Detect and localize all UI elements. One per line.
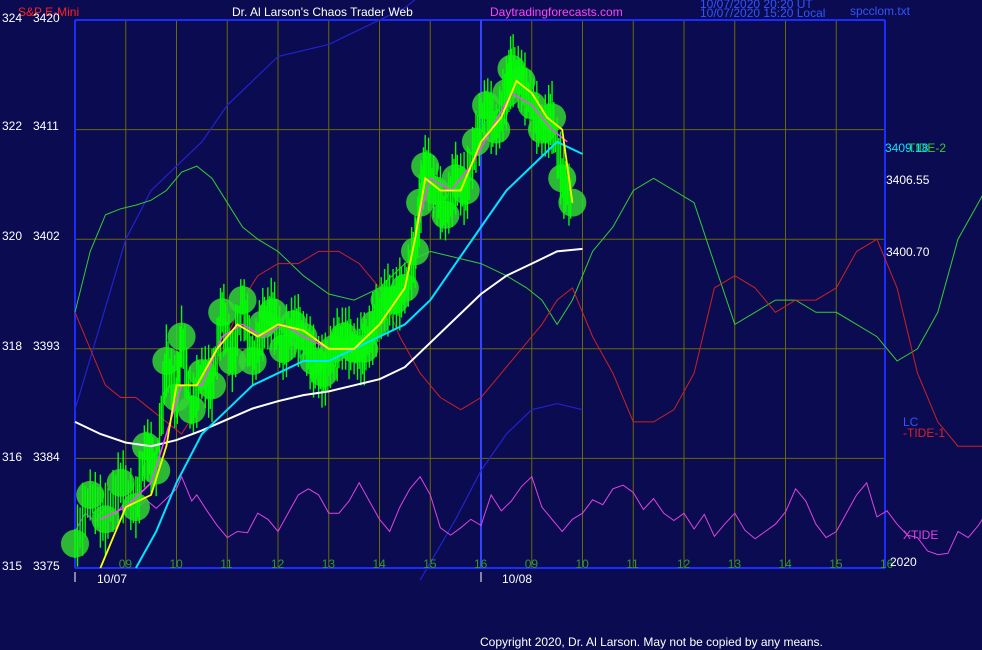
- chaos-chart: S&P E-Mini Dr. Al Larson's Chaos Trader …: [0, 0, 982, 650]
- x-tick-label: 10: [170, 557, 184, 571]
- year-label: 2020: [890, 555, 917, 569]
- y-left-tick: 316: [2, 450, 22, 464]
- x-tick-label: 13: [728, 557, 742, 571]
- x-tick-label: 11: [220, 557, 233, 571]
- copyright-text: Copyright 2020, Dr. Al Larson. May not b…: [480, 635, 823, 649]
- tide1-label: -TIDE-1: [903, 426, 945, 440]
- x-tick-label: 11: [626, 557, 639, 571]
- price-label-high: 3409.18: [885, 141, 929, 155]
- y-price-tick: 3411: [33, 119, 59, 133]
- x-tick-label: 15: [829, 557, 843, 571]
- xtide-label: XTIDE: [903, 528, 938, 542]
- date-label-2: 10/08: [502, 572, 532, 586]
- y-price-tick: 3402: [33, 229, 60, 243]
- y-price-tick: 3393: [33, 339, 60, 353]
- y-left-tick: 324: [2, 11, 22, 25]
- x-tick-label: 10: [576, 557, 590, 571]
- y-price-tick: 3375: [33, 559, 60, 573]
- x-tick-label: 09: [525, 557, 539, 571]
- x-tick-label: 13: [322, 557, 336, 571]
- x-tick-label: 14: [373, 557, 387, 571]
- y-left-tick: 320: [2, 229, 22, 243]
- x-tick-label: 16: [474, 557, 488, 571]
- price-label-mid: 3406.55: [886, 173, 930, 187]
- x-tick-label: 15: [423, 557, 437, 571]
- x-tick-label: 09: [119, 557, 133, 571]
- timestamp-local: 10/07/2020 15:20 Local: [700, 6, 825, 20]
- x-tick-label: 12: [271, 557, 285, 571]
- y-price-tick: 3420: [33, 11, 60, 25]
- y-left-tick: 315: [2, 559, 22, 573]
- chart-title: Dr. Al Larson's Chaos Trader Web: [232, 5, 413, 19]
- site-link[interactable]: Daytradingforecasts.com: [490, 5, 623, 19]
- y-price-tick: 3384: [33, 450, 60, 464]
- date-label-1: 10/07: [97, 572, 127, 586]
- x-tick-label: 14: [779, 557, 793, 571]
- y-left-tick: 322: [2, 119, 22, 133]
- x-tick-label: 12: [677, 557, 691, 571]
- price-label-low: 3400.70: [886, 245, 930, 259]
- file-name: spcclom.txt: [850, 4, 911, 18]
- y-left-tick: 318: [2, 339, 22, 353]
